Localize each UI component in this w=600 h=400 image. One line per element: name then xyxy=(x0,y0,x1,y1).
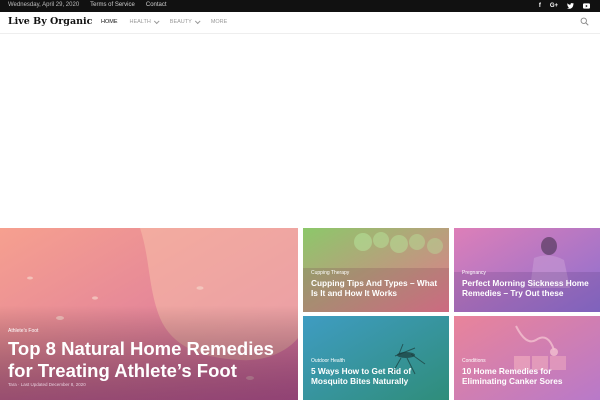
post-tile-pregnancy[interactable]: Pregnancy Perfect Morning Sickness Home … xyxy=(454,228,600,312)
search-icon[interactable] xyxy=(580,17,589,26)
post-category[interactable]: Pregnancy xyxy=(462,270,486,276)
twitter-icon[interactable] xyxy=(567,3,574,9)
main-nav: HOME HEALTH BEAUTY MORE xyxy=(101,18,228,25)
post-title[interactable]: Cupping Tips And Types – What Is It and … xyxy=(311,278,437,299)
nav-health[interactable]: HEALTH xyxy=(130,18,160,25)
post-title[interactable]: 5 Ways How to Get Rid of Mosquito Bites … xyxy=(311,366,411,387)
post-tile-cupping[interactable]: Cupping Therapy Cupping Tips And Types –… xyxy=(303,228,449,312)
current-date: Wednesday, April 29, 2020 xyxy=(8,2,80,8)
terms-link[interactable]: Terms of Service xyxy=(90,2,135,8)
nav-home[interactable]: HOME xyxy=(101,19,118,25)
chevron-down-icon xyxy=(194,18,201,25)
featured-post[interactable]: Athlete's Foot Top 8 Natural Home Remedi… xyxy=(0,228,298,400)
nav-more[interactable]: MORE xyxy=(211,19,228,25)
post-title[interactable]: Perfect Morning Sickness Home Remedies –… xyxy=(462,278,589,299)
post-title[interactable]: 10 Home Remedies for Eliminating Canker … xyxy=(462,366,563,387)
site-logo[interactable]: Live By Organic xyxy=(8,16,92,27)
post-meta: Tara · Last Updated December 8, 2020 xyxy=(8,382,86,387)
post-tile-mosquito[interactable]: Outdoor Health 5 Ways How to Get Rid of … xyxy=(303,316,449,400)
contact-link[interactable]: Contact xyxy=(146,2,167,8)
site-header: Live By Organic HOME HEALTH BEAUTY MORE xyxy=(0,12,600,34)
google-plus-icon[interactable]: G+ xyxy=(550,3,558,9)
post-category[interactable]: Outdoor Health xyxy=(311,358,345,364)
post-title[interactable]: Top 8 Natural Home Remedies for Treating… xyxy=(8,338,274,382)
chevron-down-icon xyxy=(153,18,160,25)
top-bar: Wednesday, April 29, 2020 Terms of Servi… xyxy=(0,0,600,12)
youtube-icon[interactable] xyxy=(583,3,590,9)
facebook-icon[interactable]: f xyxy=(539,3,541,9)
post-category[interactable]: Athlete's Foot xyxy=(8,328,38,334)
post-tile-canker[interactable]: Conditions 10 Home Remedies for Eliminat… xyxy=(454,316,600,400)
post-category[interactable]: Conditions xyxy=(462,358,486,364)
nav-beauty[interactable]: BEAUTY xyxy=(170,18,201,25)
post-category[interactable]: Cupping Therapy xyxy=(311,270,349,276)
